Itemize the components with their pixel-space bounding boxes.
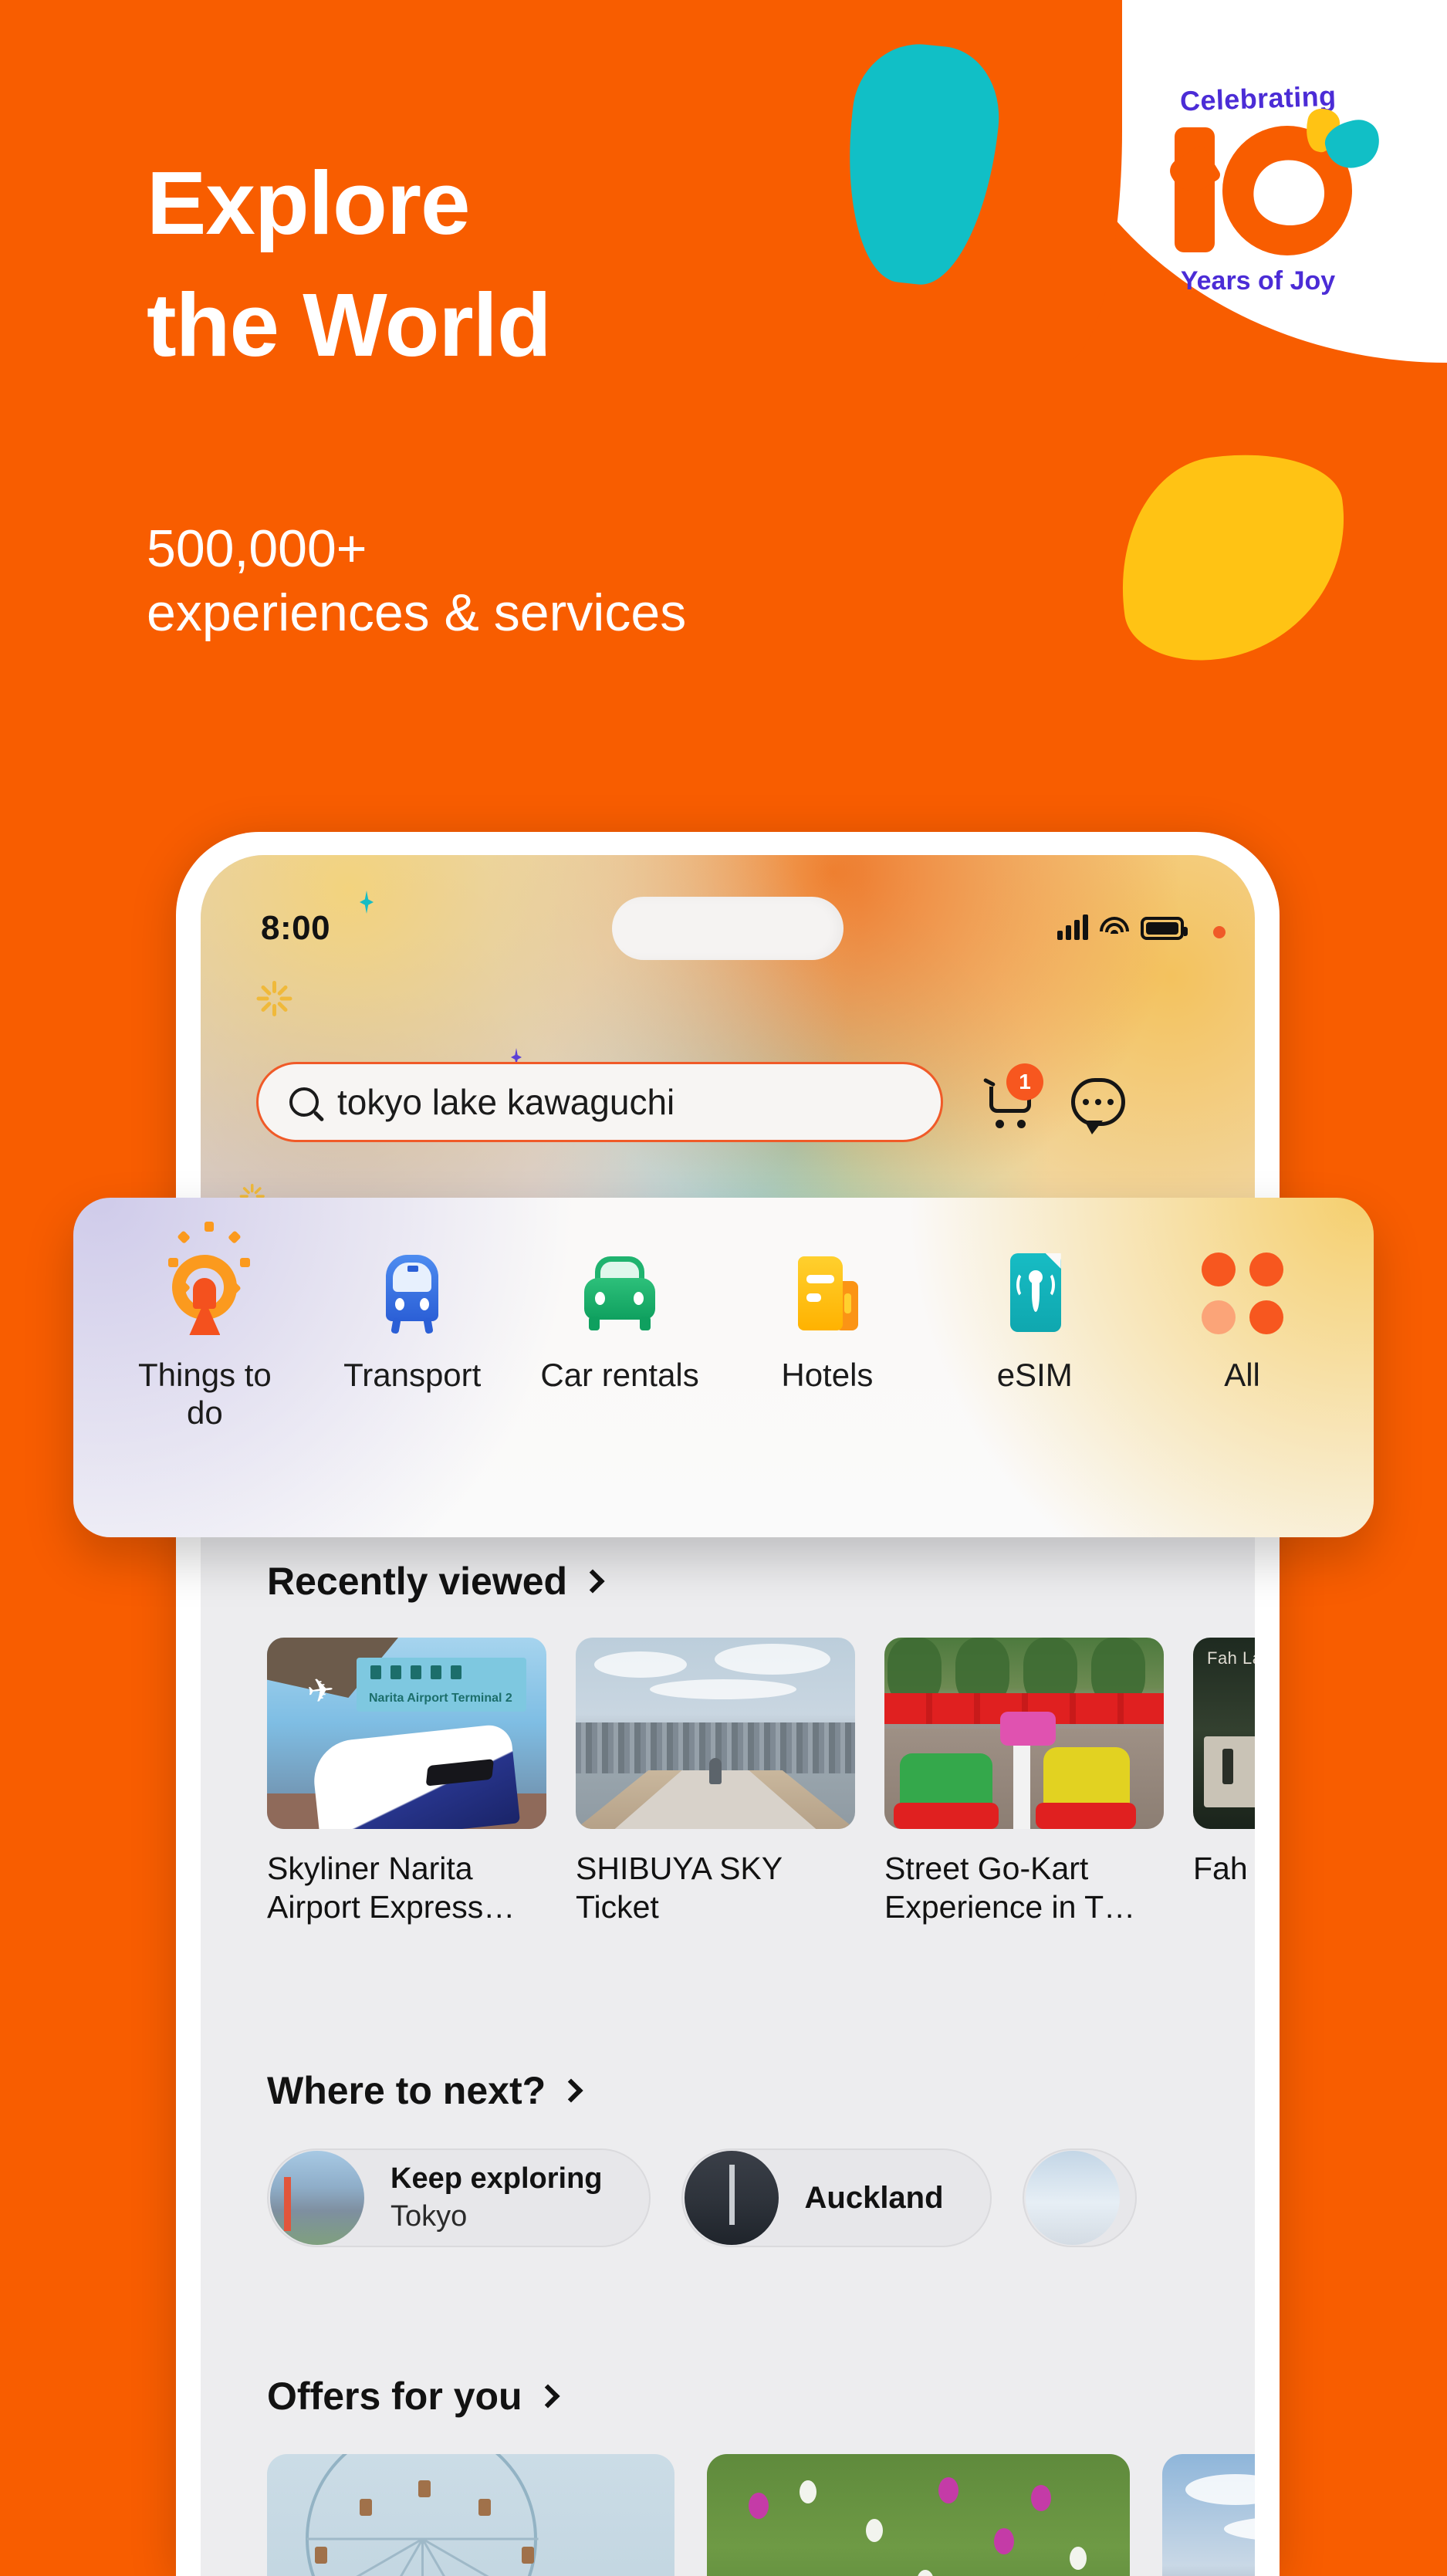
where-to-next-title: Where to next? bbox=[267, 2069, 546, 2112]
recording-dot-indicator bbox=[1213, 926, 1226, 938]
list-item-title: SHIBUYA SKY Ticket bbox=[576, 1851, 783, 1925]
hero-headline: Explore the World bbox=[147, 158, 918, 370]
recently-viewed-header[interactable]: Recently viewed bbox=[267, 1559, 1255, 1604]
where-to-next-header[interactable]: Where to next? bbox=[267, 2068, 1255, 2113]
category-hotels[interactable]: Hotels bbox=[739, 1252, 916, 1394]
section-recently-viewed: Recently viewed ✈ Narita Airport Termina… bbox=[267, 1559, 1255, 1926]
sim-signal-icon bbox=[993, 1252, 1077, 1335]
phone-mockup: 8:00 tokyo lake kawaguchi 1 Recently vie… bbox=[176, 832, 1280, 2576]
cart-badge-count: 1 bbox=[1006, 1063, 1043, 1100]
category-quick-links-card: Things to do Transport Car rentals Hotel… bbox=[73, 1198, 1374, 1537]
section-offers-for-you: Offers for you bbox=[267, 2374, 1255, 2576]
tokyo-skyline-photo bbox=[270, 2151, 364, 2245]
category-esim[interactable]: eSIM bbox=[946, 1252, 1124, 1394]
cart-button[interactable]: 1 bbox=[982, 1063, 1043, 1128]
chevron-right-icon bbox=[559, 2078, 583, 2103]
orchid-garden-offer-photo[interactable] bbox=[707, 2454, 1130, 2576]
list-item[interactable] bbox=[1022, 2148, 1137, 2247]
yellow-blob-decoration bbox=[1104, 440, 1362, 671]
category-label: eSIM bbox=[996, 1357, 1073, 1393]
list-item-title: Skyliner Narita Airport Express… bbox=[267, 1851, 516, 1925]
hero-headline-line1: Explore bbox=[147, 153, 470, 253]
car-icon bbox=[578, 1252, 661, 1335]
chevron-right-icon bbox=[536, 2384, 560, 2409]
street-go-kart-photo bbox=[884, 1638, 1164, 1829]
category-all[interactable]: All bbox=[1154, 1252, 1331, 1394]
hero-subheadline: 500,000+ experiences & services bbox=[147, 517, 1073, 645]
category-label: Things to do bbox=[138, 1357, 272, 1431]
category-label: Car rentals bbox=[540, 1357, 699, 1393]
grid-dots-icon bbox=[1201, 1252, 1284, 1335]
fah-lanna-spa-photo: Fah Lanna Spa bbox=[1193, 1638, 1255, 1829]
shibuya-sky-rooftop-photo bbox=[576, 1638, 855, 1829]
destination-name: Auckland bbox=[804, 2180, 944, 2215]
celebration-badge: Celebrating Years of Joy bbox=[1092, 46, 1424, 332]
search-icon bbox=[289, 1087, 319, 1117]
snow-mountain-photo bbox=[1025, 2151, 1120, 2245]
hotel-building-icon bbox=[786, 1252, 869, 1335]
app-search-row: tokyo lake kawaguchi 1 bbox=[201, 1056, 1255, 1148]
narita-skyliner-train-photo: ✈ Narita Airport Terminal 2 bbox=[267, 1638, 546, 1829]
search-input-value: tokyo lake kawaguchi bbox=[337, 1082, 675, 1122]
search-input[interactable]: tokyo lake kawaguchi bbox=[256, 1062, 943, 1142]
section-where-to-next: Where to next? Keep exploring Tokyo Auck… bbox=[267, 2068, 1255, 2247]
hero-sub-line1: 500,000+ bbox=[147, 519, 367, 578]
list-item-title: Street Go-Kart Experience in T… bbox=[884, 1851, 1136, 1925]
list-item[interactable]: SHIBUYA SKY Ticket bbox=[576, 1638, 855, 1926]
cellular-bars-icon bbox=[1057, 914, 1088, 940]
chevron-right-icon bbox=[580, 1569, 605, 1594]
battery-full-icon bbox=[1141, 917, 1188, 940]
category-label: All bbox=[1224, 1357, 1260, 1393]
category-transport[interactable]: Transport bbox=[323, 1252, 501, 1394]
list-item[interactable]: Auckland bbox=[681, 2148, 992, 2247]
list-item[interactable]: Fah Lanna Spa Fah La… Experi… bbox=[1193, 1638, 1255, 1926]
status-bar: 8:00 bbox=[201, 855, 1255, 986]
ferris-wheel-icon bbox=[163, 1222, 251, 1335]
list-item[interactable]: ✈ Narita Airport Terminal 2 Skyliner Nar… bbox=[267, 1638, 546, 1926]
status-time: 8:00 bbox=[261, 909, 331, 947]
list-item-title: Fah La… Experi… bbox=[1193, 1851, 1255, 1886]
where-to-next-list[interactable]: Keep exploring Tokyo Auckland bbox=[267, 2148, 1255, 2247]
destination-name: Tokyo bbox=[390, 2200, 468, 2233]
train-icon bbox=[370, 1252, 454, 1335]
chat-bubble-icon[interactable] bbox=[1071, 1078, 1125, 1134]
recently-viewed-title: Recently viewed bbox=[267, 1560, 568, 1603]
dynamic-island bbox=[612, 897, 844, 960]
offers-for-you-header[interactable]: Offers for you bbox=[267, 2374, 1255, 2419]
celebration-badge-number-10-icon bbox=[1142, 105, 1385, 263]
ferris-wheel-offer-photo[interactable] bbox=[267, 2454, 674, 2576]
category-label: Hotels bbox=[781, 1357, 874, 1393]
status-indicators bbox=[1057, 914, 1188, 940]
hero-headline-line2: the World bbox=[147, 275, 552, 375]
list-item[interactable]: Street Go-Kart Experience in T… bbox=[884, 1638, 1164, 1926]
recently-viewed-list[interactable]: ✈ Narita Airport Terminal 2 Skyliner Nar… bbox=[267, 1638, 1255, 1926]
celebration-badge-bottom-text: Years of Joy bbox=[1180, 265, 1336, 296]
offers-for-you-title: Offers for you bbox=[267, 2375, 522, 2418]
sky-clouds-offer-photo[interactable] bbox=[1162, 2454, 1255, 2576]
phone-screen: 8:00 tokyo lake kawaguchi 1 Recently vie… bbox=[201, 855, 1255, 2576]
list-item[interactable]: Keep exploring Tokyo bbox=[267, 2148, 651, 2247]
category-label: Transport bbox=[343, 1357, 482, 1393]
wifi-icon bbox=[1099, 915, 1130, 940]
category-car-rentals[interactable]: Car rentals bbox=[531, 1252, 708, 1394]
hero-sub-line2: experiences & services bbox=[147, 583, 687, 642]
category-things-to-do[interactable]: Things to do bbox=[116, 1222, 293, 1432]
offers-list[interactable] bbox=[267, 2454, 1255, 2576]
destination-prefix: Keep exploring bbox=[390, 2162, 603, 2196]
auckland-skytower-photo bbox=[684, 2151, 779, 2245]
